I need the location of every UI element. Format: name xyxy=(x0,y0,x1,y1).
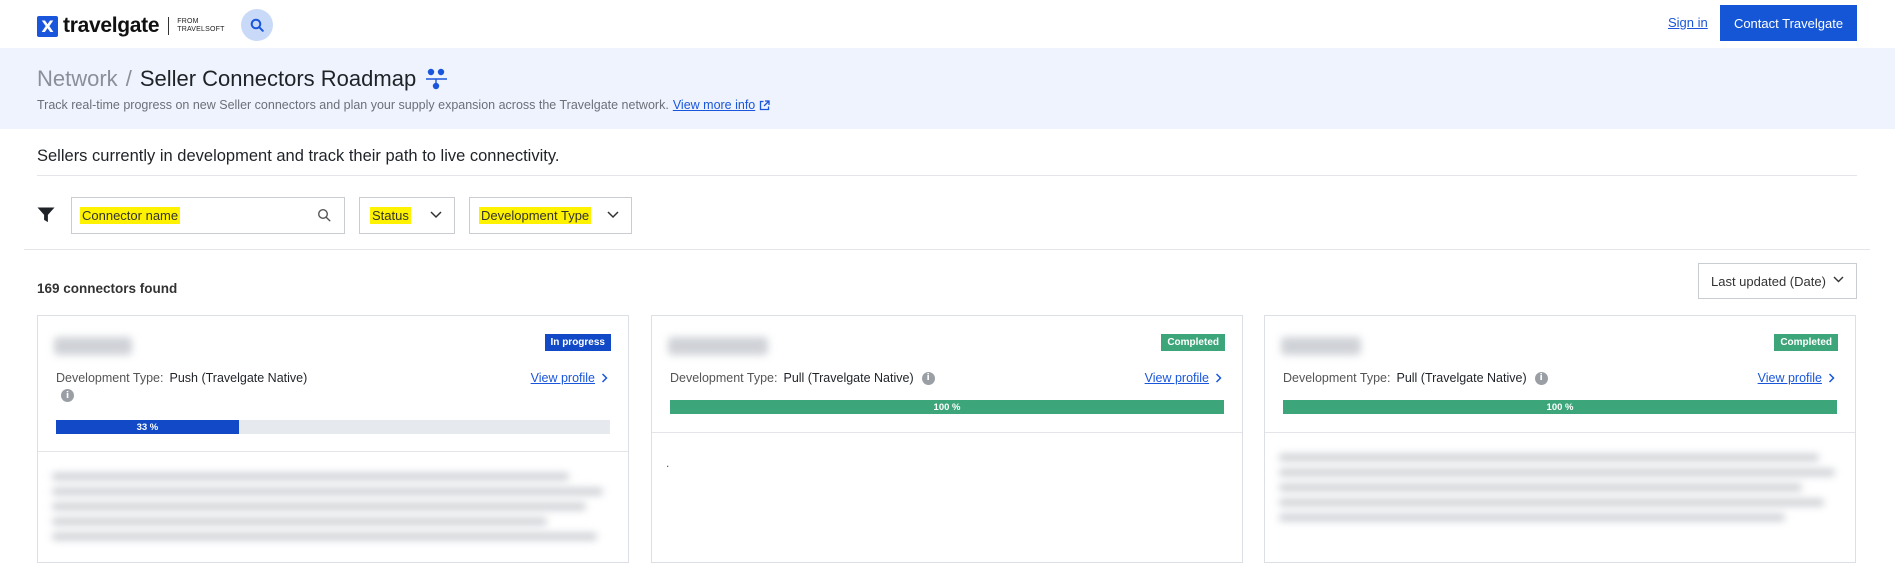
development-type-value: Pull (Travelgate Native) xyxy=(1396,371,1527,385)
development-type-dropdown[interactable]: Development Type xyxy=(469,197,632,234)
connector-card: Completed Development Type: Pull (Travel… xyxy=(1264,315,1856,563)
view-profile-link[interactable]: View profile xyxy=(531,371,608,385)
chevron-down-icon xyxy=(607,211,619,219)
connector-name-blurred xyxy=(1281,337,1361,355)
sign-in-link[interactable]: Sign in xyxy=(1668,15,1708,30)
development-type-value: Push (Travelgate Native) xyxy=(169,371,308,385)
top-nav: X travelgate FROM TRAVELSOFT Sign in Con… xyxy=(0,0,1895,48)
card-divider xyxy=(652,432,1242,433)
view-profile-link[interactable]: View profile xyxy=(1758,371,1835,385)
connector-name-search-input[interactable]: Connector name xyxy=(71,197,345,234)
view-profile-label: View profile xyxy=(1144,371,1209,385)
status-dropdown-label: Status xyxy=(370,207,411,224)
development-type-label: Development Type: xyxy=(670,371,778,385)
progress-fill: 33 % xyxy=(56,420,239,434)
view-more-info-link[interactable]: View more info xyxy=(673,98,755,112)
development-type-value: Pull (Travelgate Native) xyxy=(783,371,914,385)
progress-fill: 100 % xyxy=(670,400,1224,414)
progress-label: 33 % xyxy=(136,421,159,433)
page-title: Seller Connectors Roadmap xyxy=(139,66,417,91)
from-line-2: TRAVELSOFT xyxy=(177,26,225,33)
external-link-icon[interactable] xyxy=(759,100,770,111)
logo-separator xyxy=(168,17,170,35)
progress-label: 100 % xyxy=(933,401,961,413)
status-badge: Completed xyxy=(1774,334,1838,351)
page-description: Track real-time progress on new Seller c… xyxy=(37,98,770,112)
chevron-down-icon xyxy=(1833,276,1844,283)
connector-name-blurred xyxy=(54,337,132,355)
description-blurred xyxy=(1279,454,1841,529)
section-subtitle: Sellers currently in development and tra… xyxy=(37,147,560,165)
logo-from-travelsoft: FROM TRAVELSOFT xyxy=(177,18,224,34)
description-blurred xyxy=(52,473,614,548)
sort-dropdown[interactable]: Last updated (Date) xyxy=(1698,263,1857,299)
progress-fill: 100 % xyxy=(1283,400,1837,414)
progress-bar: 100 % xyxy=(670,400,1224,414)
development-type-label: Development Type: xyxy=(56,371,164,385)
connector-name-placeholder: Connector name xyxy=(80,207,181,224)
chevron-right-icon xyxy=(601,373,608,383)
card-divider xyxy=(1265,432,1855,433)
status-badge: In progress xyxy=(544,334,611,351)
development-type-label: Development Type: xyxy=(1283,371,1391,385)
filter-icon[interactable] xyxy=(37,207,55,223)
info-icon[interactable]: i xyxy=(921,371,935,385)
sort-dropdown-label: Last updated (Date) xyxy=(1711,273,1826,289)
search-icon xyxy=(250,18,264,32)
logo-wordmark: travelgate xyxy=(63,14,160,37)
divider xyxy=(24,249,1870,250)
chevron-down-icon xyxy=(430,211,442,219)
search-icon[interactable] xyxy=(317,208,331,222)
development-type-row: Development Type: Pull (Travelgate Nativ… xyxy=(1283,371,1548,385)
status-dropdown[interactable]: Status xyxy=(359,197,455,234)
contact-travelgate-button[interactable]: Contact Travelgate xyxy=(1720,5,1857,41)
development-type-dropdown-label: Development Type xyxy=(479,207,592,224)
progress-bar: 33 % xyxy=(56,420,610,434)
progress-label: 100 % xyxy=(1546,401,1574,413)
progress-bar: 100 % xyxy=(1283,400,1837,414)
chevron-right-icon xyxy=(1215,373,1222,383)
development-type-row: Development Type: Push (Travelgate Nativ… xyxy=(56,371,307,385)
network-nodes-icon xyxy=(425,67,449,91)
status-badge: Completed xyxy=(1161,334,1225,351)
development-type-row: Development Type: Pull (Travelgate Nativ… xyxy=(670,371,935,385)
chevron-right-icon xyxy=(1828,373,1835,383)
results-count: 169 connectors found xyxy=(37,281,178,296)
info-icon[interactable]: i xyxy=(1534,371,1548,385)
connector-card: In progress Development Type: Push (Trav… xyxy=(37,315,629,563)
view-profile-label: View profile xyxy=(1757,371,1822,385)
view-more-info-label: View more info xyxy=(672,98,756,112)
divider xyxy=(37,175,1857,176)
view-profile-label: View profile xyxy=(530,371,595,385)
breadcrumb: Network / Seller Connectors Roadmap xyxy=(37,66,449,92)
from-line-1: FROM xyxy=(177,18,199,25)
description-text: Track real-time progress on new Seller c… xyxy=(37,98,669,112)
page-header: Network / Seller Connectors Roadmap Trac… xyxy=(0,48,1895,129)
breadcrumb-network[interactable]: Network xyxy=(37,66,118,92)
description-text: . xyxy=(666,456,670,470)
travelgate-logo[interactable]: X travelgate FROM TRAVELSOFT xyxy=(37,14,225,38)
logo-mark-icon: X xyxy=(37,15,58,37)
connector-name-blurred xyxy=(668,337,768,355)
nav-search-button[interactable] xyxy=(241,9,273,41)
view-profile-link[interactable]: View profile xyxy=(1145,371,1222,385)
card-divider xyxy=(38,451,628,452)
breadcrumb-separator: / xyxy=(125,66,132,91)
connector-card: Completed Development Type: Pull (Travel… xyxy=(651,315,1243,563)
info-icon[interactable]: i xyxy=(61,389,74,402)
